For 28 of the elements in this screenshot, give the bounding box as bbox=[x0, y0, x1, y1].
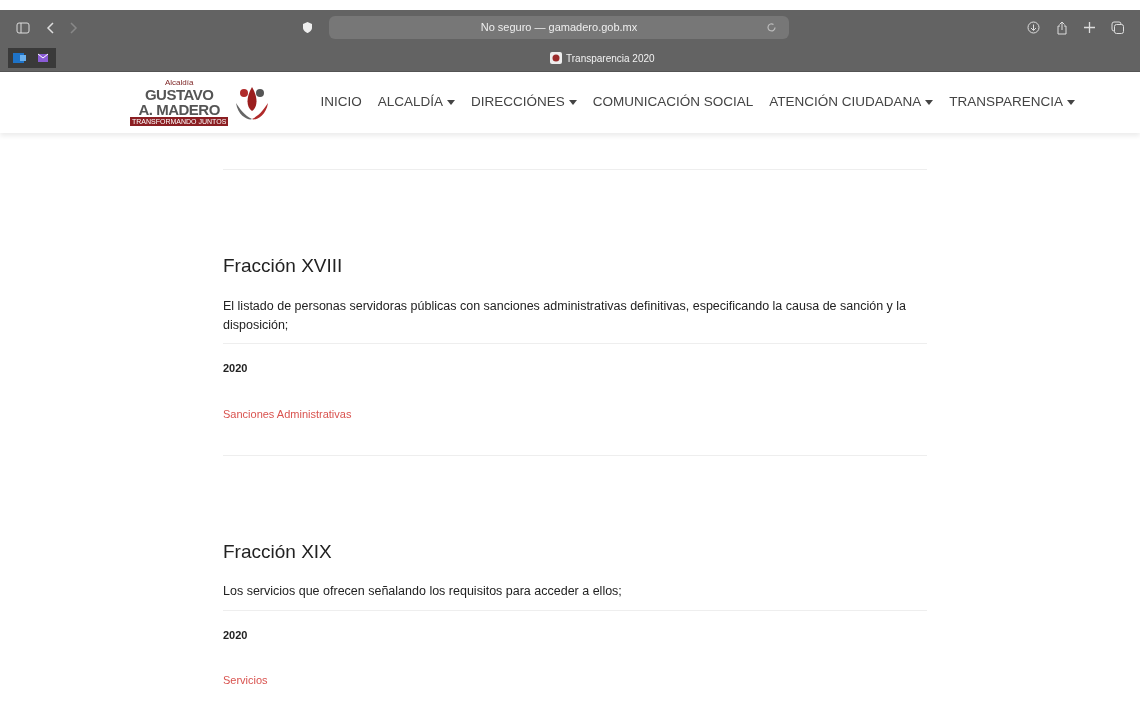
year-label: 2020 bbox=[223, 361, 249, 377]
mail-app-icon[interactable] bbox=[8, 48, 30, 68]
address-text: No seguro — gamadero.gob.mx bbox=[480, 20, 638, 36]
reload-icon[interactable] bbox=[766, 22, 777, 33]
sidebar-icon[interactable] bbox=[16, 21, 30, 34]
section-heading: Fracción XVIII bbox=[223, 254, 344, 278]
year-label: 2020 bbox=[223, 627, 249, 643]
address-bar[interactable]: No seguro — gamadero.gob.mx bbox=[329, 16, 789, 39]
nav-link[interactable]: COMUNICACIÓN SOCIAL bbox=[592, 92, 754, 113]
document-link[interactable]: Servicios bbox=[223, 674, 268, 687]
nav-dropdown[interactable]: ALCALDÍA bbox=[377, 92, 455, 113]
back-icon[interactable] bbox=[46, 21, 54, 34]
nav-link[interactable]: INICIO bbox=[320, 92, 362, 113]
nav-dropdown[interactable]: DIRECCIÓNES bbox=[470, 92, 577, 113]
site-favicon-icon bbox=[550, 52, 562, 64]
new-tab-icon[interactable] bbox=[1084, 22, 1095, 33]
shield-icon[interactable] bbox=[302, 21, 313, 34]
share-icon[interactable] bbox=[1056, 20, 1068, 35]
tabs-overview-icon[interactable] bbox=[1111, 21, 1124, 34]
nav-dropdown[interactable]: ATENCIÓN CIUDADANA bbox=[769, 92, 934, 113]
envelope-app-icon[interactable] bbox=[30, 48, 56, 68]
nav-dropdown[interactable]: TRANSPARENCIA bbox=[949, 92, 1075, 113]
section-heading: Fracción XIX bbox=[223, 539, 333, 564]
section-description: El listado de personas servidoras públicas con sanciones administrativas definitivas, especificando la causa de sanción y la disposición; bbox=[223, 297, 907, 334]
download-icon[interactable] bbox=[1027, 21, 1040, 34]
section-description: Los servicios que ofrecen señalando los requisitos para acceder a ellos; bbox=[223, 583, 623, 601]
document-link[interactable]: Sanciones Administrativas bbox=[223, 407, 352, 420]
tab-title[interactable]: Transparencia 2020 bbox=[566, 50, 655, 66]
